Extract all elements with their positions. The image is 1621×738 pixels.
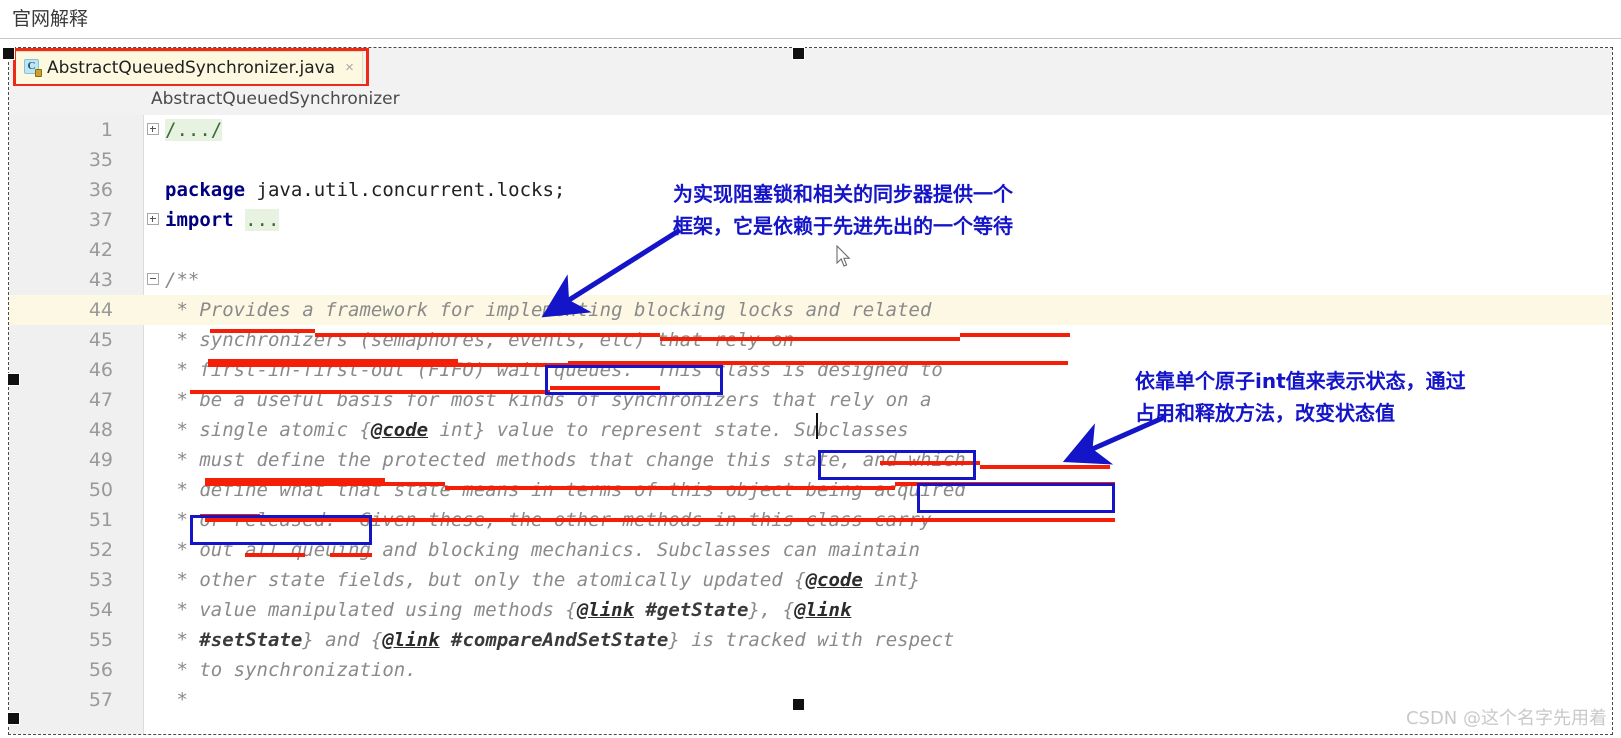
- line-number: 53: [88, 569, 113, 591]
- line-number: 43: [88, 269, 113, 291]
- line-number: 57: [88, 689, 113, 711]
- line-number: 56: [88, 659, 113, 681]
- code-line-row[interactable]: 57 *: [9, 685, 1612, 715]
- code-line-row[interactable]: 1 /.../: [9, 115, 1612, 145]
- code-text: * value manipulated using methods {@link…: [165, 599, 852, 621]
- page-title: 官网解释: [12, 8, 89, 30]
- code-text: * must define the protected methods that…: [165, 449, 966, 471]
- code-line-row[interactable]: 55 * #setState} and {@link #compareAndSe…: [9, 625, 1612, 655]
- code-text: * first-in-first-out (FIFO) wait queues.…: [165, 359, 943, 381]
- ide-screenshot: C AbstractQueuedSynchronizer.java × Abst…: [9, 48, 1612, 734]
- code-line-row[interactable]: 54 * value manipulated using methods {@l…: [9, 595, 1612, 625]
- tab-highlight-annotation: [13, 48, 369, 87]
- line-number: 51: [88, 509, 113, 531]
- code-text: * define what that state means in terms …: [165, 479, 966, 501]
- code-text: * #setState} and {@link #compareAndSetSt…: [165, 629, 955, 651]
- selection-handle-top-left[interactable]: [2, 47, 15, 60]
- code-text: * Provides a framework for implementing …: [165, 299, 932, 321]
- line-number: 35: [88, 149, 113, 171]
- selection-handle-bottom-center[interactable]: [792, 698, 805, 711]
- code-line-row[interactable]: 43 /**: [9, 265, 1612, 295]
- code-text: * synchronizers (semaphores, events, etc…: [165, 329, 795, 351]
- code-editor[interactable]: 1 /.../ 35 36 package java.util.concurrent.l…: [9, 115, 1612, 734]
- breadcrumb-bar: AbstractQueuedSynchronizer: [9, 86, 1612, 116]
- watermark: CSDN @这个名字先用着: [1405, 708, 1607, 729]
- line-number: 52: [88, 539, 113, 561]
- line-number: 50: [88, 479, 113, 501]
- horizontal-divider: [0, 38, 1621, 39]
- code-line-row[interactable]: 36 package java.util.concurrent.locks;: [9, 175, 1612, 205]
- fold-expand-icon[interactable]: [147, 213, 159, 225]
- code-text: package java.util.concurrent.locks;: [165, 179, 566, 201]
- document-heading-bar: 官网解释: [0, 0, 1621, 38]
- line-number: 55: [88, 629, 113, 651]
- breadcrumb: AbstractQueuedSynchronizer: [151, 89, 400, 109]
- line-number: 42: [88, 239, 113, 261]
- code-text: import ...: [165, 209, 280, 231]
- code-line-row[interactable]: 35: [9, 145, 1612, 175]
- selection-handle-bottom-left[interactable]: [7, 712, 20, 725]
- code-text: /**: [165, 269, 200, 291]
- code-line-row[interactable]: 45 * synchronizers (semaphores, events, …: [9, 325, 1612, 355]
- line-number: 36: [88, 179, 113, 201]
- code-text: * other state fields, but only the atomi…: [165, 569, 920, 591]
- text-caret: [816, 413, 818, 439]
- code-text: * to synchronization.: [165, 659, 417, 681]
- selection-handle-top-center[interactable]: [792, 47, 805, 60]
- editor-tab-bar: C AbstractQueuedSynchronizer.java ×: [9, 48, 1612, 87]
- code-line-row[interactable]: 56 * to synchronization.: [9, 655, 1612, 685]
- code-line-row[interactable]: 46 * first-in-first-out (FIFO) wait queu…: [9, 355, 1612, 385]
- code-line-row[interactable]: 50 * define what that state means in ter…: [9, 475, 1612, 505]
- line-number: 48: [88, 419, 113, 441]
- code-line-row[interactable]: 51 * or released. Given these, the other…: [9, 505, 1612, 535]
- line-number: 49: [88, 449, 113, 471]
- code-line-row[interactable]: 47 * be a useful basis for most kinds of…: [9, 385, 1612, 415]
- line-number: 46: [88, 359, 113, 381]
- code-line-row[interactable]: 44 * Provides a framework for implementi…: [9, 295, 1612, 325]
- code-text: * be a useful basis for most kinds of sy…: [165, 389, 932, 411]
- code-text: * or released. Given these, the other me…: [165, 509, 932, 531]
- code-line-row[interactable]: 53 * other state fields, but only the at…: [9, 565, 1612, 595]
- line-number: 45: [88, 329, 113, 351]
- code-line-row[interactable]: 42: [9, 235, 1612, 265]
- fold-expand-icon[interactable]: [147, 123, 159, 135]
- line-number: 54: [88, 599, 113, 621]
- code-text: * out all queuing and blocking mechanics…: [165, 539, 920, 561]
- line-number: 1: [100, 119, 113, 141]
- code-line-row[interactable]: 52 * out all queuing and blocking mechan…: [9, 535, 1612, 565]
- line-number: 37: [88, 209, 113, 231]
- code-text: /.../: [165, 119, 223, 141]
- code-text: *: [165, 689, 188, 711]
- selection-handle-middle-left[interactable]: [7, 373, 20, 386]
- line-number: 44: [88, 299, 113, 321]
- code-text: * single atomic {@code int} value to rep…: [165, 419, 909, 441]
- code-line-row[interactable]: 48 * single atomic {@code int} value to …: [9, 415, 1612, 445]
- code-line-row[interactable]: 37 import ...: [9, 205, 1612, 235]
- fold-collapse-icon[interactable]: [147, 273, 159, 285]
- line-number: 47: [88, 389, 113, 411]
- code-line-row[interactable]: 49 * must define the protected methods t…: [9, 445, 1612, 475]
